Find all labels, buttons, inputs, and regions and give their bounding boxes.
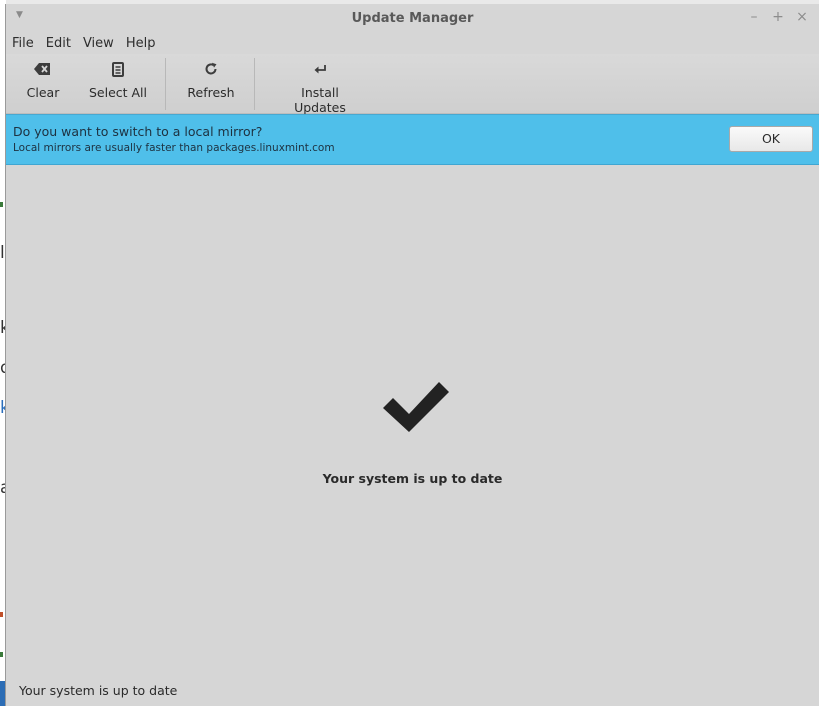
menu-help[interactable]: Help [126, 36, 156, 51]
toolbar-separator [165, 58, 166, 110]
background-mark [0, 202, 3, 207]
install-updates-label: Install Updates [294, 85, 346, 115]
status-bar: Your system is up to date [6, 676, 819, 706]
title-bar[interactable]: ▼ Update Manager – + × [6, 4, 819, 32]
clear-button[interactable]: Clear [23, 62, 63, 100]
install-updates-button[interactable]: Install Updates [274, 62, 366, 115]
background-mark [0, 612, 3, 617]
infobar-question: Do you want to switch to a local mirror? [13, 124, 263, 139]
menu-view[interactable]: View [83, 36, 114, 51]
infobar-detail: Local mirrors are usually faster than pa… [13, 142, 335, 154]
ok-button[interactable]: OK [729, 126, 813, 152]
clear-label: Clear [26, 85, 60, 100]
menu-bar: File Edit View Help [6, 32, 819, 54]
refresh-icon [183, 62, 239, 82]
background-mark [0, 652, 3, 657]
document-icon [86, 62, 150, 82]
refresh-label: Refresh [187, 85, 235, 100]
window-title: Update Manager [351, 11, 474, 26]
close-button[interactable]: × [795, 9, 809, 25]
minimize-button[interactable]: – [747, 9, 761, 25]
main-content: Your system is up to date [6, 165, 819, 675]
menu-file[interactable]: File [12, 36, 34, 51]
refresh-button[interactable]: Refresh [183, 62, 239, 100]
maximize-button[interactable]: + [771, 9, 785, 25]
select-all-label: Select All [88, 85, 148, 100]
toolbar-separator [254, 58, 255, 110]
update-manager-window: ▼ Update Manager – + × File Edit View He… [5, 4, 819, 706]
menu-edit[interactable]: Edit [46, 36, 71, 51]
select-all-button[interactable]: Select All [86, 62, 150, 100]
enter-arrow-icon [274, 62, 366, 82]
toolbar: Clear Select All Refresh Install Updates [6, 54, 819, 115]
status-message: Your system is up to date [322, 471, 503, 486]
local-mirror-infobar: Do you want to switch to a local mirror?… [6, 114, 819, 165]
checkmark-icon [383, 382, 449, 432]
clear-icon [23, 62, 63, 82]
status-bar-text: Your system is up to date [19, 683, 178, 698]
